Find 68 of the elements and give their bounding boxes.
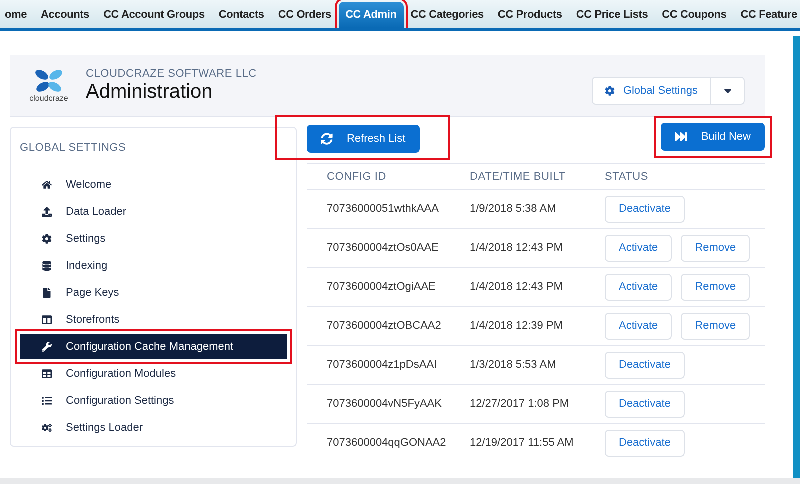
column-header: CONFIG ID [327,170,388,182]
menu-icon [42,368,52,378]
config-id-cell-text: 7073600004z1pDsAAI [327,359,438,371]
sidebar-item[interactable]: Data Loader [20,199,287,224]
sidebar-item[interactable]: Indexing [20,253,287,278]
menu-icon [42,206,52,216]
action-button[interactable]: Activate [605,274,672,300]
date-cell-text: 12/19/2017 11:55 AM [470,437,575,449]
menu-icon [42,234,52,244]
menu-icon [42,260,52,270]
menu-icon [42,342,52,352]
sidebar-item[interactable]: Page Keys [20,280,287,305]
nav-tab[interactable]: CC Admin [338,2,404,28]
menu-icon [42,314,52,324]
sidebar-item[interactable]: Configuration Settings [20,388,287,413]
config-id-cell-text: 7073600004vN5FyAAK [327,398,443,410]
nav-tab[interactable]: CC Orders [271,2,339,28]
action-button[interactable]: Remove [681,274,750,300]
config-id-cell-text: 7073600004ztOBCAA2 [327,320,442,332]
column-header: STATUS [605,170,650,182]
nav-tab[interactable]: CC Coupons [655,2,734,28]
nav-tab[interactable]: CC Products [490,2,570,28]
logo-text: cloudcraze [30,94,68,102]
nav-tab[interactable]: CC Account Groups [96,2,212,28]
nav-tab[interactable]: CC Price Lists [569,2,656,28]
action-button[interactable]: Deactivate [605,196,685,222]
config-id-cell-text: 7073600004qqGONAA2 [327,437,448,449]
config-id-cell-text: 7073600004ztOgiAAE [327,281,437,293]
sidebar-heading: GLOBAL SETTINGS [20,142,128,154]
date-cell-text: 1/3/2018 5:53 AM [470,359,558,371]
nav-tab[interactable]: ome [0,2,34,28]
page-title: Administration [86,80,214,104]
date-cell-text: 12/27/2017 1:08 PM [470,398,570,410]
refresh-button[interactable]: Refresh List [307,124,420,152]
action-button[interactable]: Remove [681,312,750,340]
logo-icon [34,68,64,92]
action-button[interactable]: Deactivate [605,390,685,418]
sidebar-item[interactable]: Storefronts [20,307,287,332]
settings-icon [605,86,616,96]
nav-tab[interactable]: Accounts [34,2,97,28]
sidebar-item[interactable]: Settings [20,226,287,251]
action-button[interactable]: Activate [605,234,672,262]
action-button[interactable]: Deactivate [605,352,685,378]
action-button[interactable]: Deactivate [605,430,685,456]
date-cell-text: 1/9/2018 5:38 AM [470,203,558,215]
menu-icon [42,288,52,298]
sidebar-item[interactable]: Welcome [20,172,287,197]
action-button[interactable]: Remove [681,234,750,262]
config-id-cell-text: 70736000051wthkAAA [327,203,440,215]
refresh-icon [321,132,333,144]
nav-tab[interactable]: Contacts [212,2,272,28]
action-button[interactable]: Activate [605,312,672,340]
company-name: CLOUDCRAZE SOFTWARE LLC [86,68,258,80]
sidebar-item[interactable]: Configuration Modules [20,361,287,386]
sidebar-item[interactable]: Configuration Cache Management [20,334,287,359]
fast-forward-icon [675,131,688,143]
date-cell-text: 1/4/2018 12:39 PM [470,320,564,332]
menu-icon [42,396,52,406]
column-header: DATE/TIME BUILT [470,170,567,182]
date-cell-text: 1/4/2018 12:43 PM [470,281,564,293]
nav-tab[interactable]: CC Categories [404,2,491,28]
sidebar-item[interactable]: Settings Loader [20,415,287,440]
config-id-cell-text: 7073600004ztOs0AAE [327,242,440,254]
menu-icon [42,180,52,190]
date-cell-text: 1/4/2018 12:43 PM [470,242,564,254]
build-button[interactable]: Build New [661,123,765,151]
menu-icon [42,422,52,432]
nav-tab[interactable]: CC Feature [734,2,800,28]
